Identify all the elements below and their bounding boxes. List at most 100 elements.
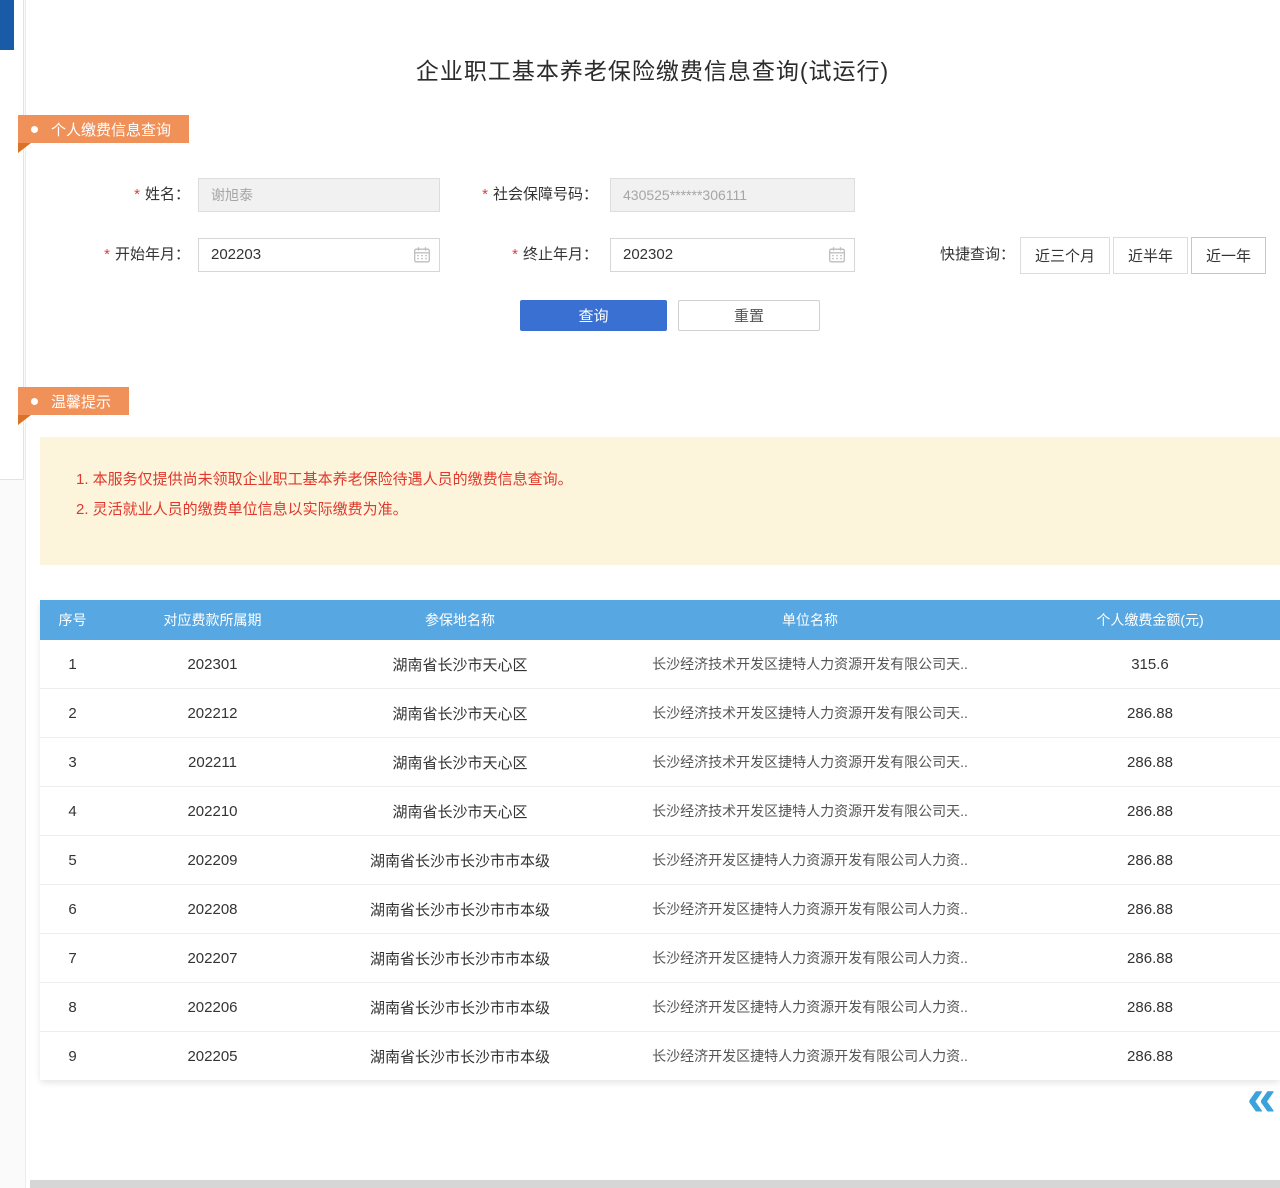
- page: 企业职工基本养老保险缴费信息查询(试运行) 个人缴费信息查询 *姓名： 谢旭泰 …: [0, 0, 1280, 1188]
- table-cell: 湖南省长沙市长沙市市本级: [320, 1046, 600, 1067]
- calendar-icon[interactable]: [413, 246, 431, 264]
- name-label-text: 姓名：: [145, 186, 190, 203]
- table-cell: 202206: [105, 999, 320, 1016]
- bullet-dot-icon: [31, 398, 38, 405]
- table-cell: 286.88: [1020, 901, 1280, 918]
- table-cell: 315.6: [1020, 656, 1280, 673]
- table-row: 5202209湖南省长沙市长沙市市本级长沙经济开发区捷特人力资源开发有限公司人力…: [40, 835, 1280, 884]
- section-query-badge: 个人缴费信息查询: [18, 115, 189, 143]
- results-table: 序号对应费款所属期参保地名称单位名称个人缴费金额(元) 1202301湖南省长沙…: [40, 600, 1280, 1080]
- table-cell: 6: [40, 901, 105, 918]
- reset-button[interactable]: 重置: [678, 300, 820, 331]
- page-title: 企业职工基本养老保险缴费信息查询(试运行): [25, 52, 1280, 86]
- table-cell: 湖南省长沙市天心区: [320, 801, 600, 822]
- table-cell: 湖南省长沙市长沙市市本级: [320, 850, 600, 871]
- end-month-label-text: 终止年月：: [523, 246, 598, 263]
- table-cell: 湖南省长沙市长沙市市本级: [320, 997, 600, 1018]
- section-query-badge-label: 个人缴费信息查询: [51, 119, 171, 140]
- end-month-label: * 终止年月：: [430, 238, 598, 272]
- table-header-cell: 个人缴费金额(元): [1020, 610, 1280, 630]
- table-cell: 长沙经济技术开发区捷特人力资源开发有限公司天..: [600, 752, 1020, 772]
- quick-range-1year-button[interactable]: 近一年: [1191, 237, 1266, 274]
- table-cell: 长沙经济技术开发区捷特人力资源开发有限公司天..: [600, 654, 1020, 674]
- table-cell: 5: [40, 852, 105, 869]
- badge-fold: [18, 143, 31, 153]
- table-cell: 1: [40, 656, 105, 673]
- required-mark: *: [134, 186, 140, 203]
- table-cell: 286.88: [1020, 999, 1280, 1016]
- table-cell: 湖南省长沙市天心区: [320, 703, 600, 724]
- notice-box: 1. 本服务仅提供尚未领取企业职工基本养老保险待遇人员的缴费信息查询。 2. 灵…: [40, 437, 1280, 565]
- start-month-label-text: 开始年月：: [115, 246, 190, 263]
- table-cell: 202211: [105, 754, 320, 771]
- table-cell: 湖南省长沙市长沙市市本级: [320, 899, 600, 920]
- table-row: 4202210湖南省长沙市天心区长沙经济技术开发区捷特人力资源开发有限公司天..…: [40, 786, 1280, 835]
- table-row: 9202205湖南省长沙市长沙市市本级长沙经济开发区捷特人力资源开发有限公司人力…: [40, 1031, 1280, 1080]
- table-cell: 3: [40, 754, 105, 771]
- table-cell: 286.88: [1020, 852, 1280, 869]
- start-month-label: * 开始年月：: [60, 238, 190, 272]
- collapse-chevron-icon[interactable]: «: [1247, 1072, 1276, 1124]
- notice-line: 1. 本服务仅提供尚未领取企业职工基本养老保险待遇人员的缴费信息查询。: [76, 467, 1260, 492]
- table-cell: 长沙经济开发区捷特人力资源开发有限公司人力资..: [600, 1046, 1020, 1066]
- table-cell: 286.88: [1020, 803, 1280, 820]
- table-cell: 286.88: [1020, 950, 1280, 967]
- start-month-value: 202203: [211, 246, 261, 263]
- table-cell: 湖南省长沙市天心区: [320, 752, 600, 773]
- table-row: 6202208湖南省长沙市长沙市市本级长沙经济开发区捷特人力资源开发有限公司人力…: [40, 884, 1280, 933]
- end-month-value: 202302: [623, 246, 673, 263]
- ssn-label-text: 社会保障号码：: [493, 186, 598, 203]
- table-cell: 2: [40, 705, 105, 722]
- end-month-input[interactable]: 202302: [610, 238, 855, 272]
- table-row: 2202212湖南省长沙市天心区长沙经济技术开发区捷特人力资源开发有限公司天..…: [40, 688, 1280, 737]
- table-cell: 202301: [105, 656, 320, 673]
- ssn-input[interactable]: 430525******306111: [610, 178, 855, 212]
- table-cell: 长沙经济技术开发区捷特人力资源开发有限公司天..: [600, 801, 1020, 821]
- quick-range-3months-button[interactable]: 近三个月: [1020, 237, 1110, 274]
- table-cell: 9: [40, 1048, 105, 1065]
- bottom-bar: [30, 1180, 1280, 1188]
- required-mark: *: [482, 186, 488, 203]
- table-cell: 8: [40, 999, 105, 1016]
- required-mark: *: [104, 246, 110, 263]
- table-cell: 7: [40, 950, 105, 967]
- table-cell: 长沙经济开发区捷特人力资源开发有限公司人力资..: [600, 997, 1020, 1017]
- table-cell: 286.88: [1020, 1048, 1280, 1065]
- quick-range-halfyear-button[interactable]: 近半年: [1113, 237, 1188, 274]
- name-value: 谢旭泰: [211, 187, 253, 203]
- notice-line: 2. 灵活就业人员的缴费单位信息以实际缴费为准。: [76, 497, 1260, 522]
- table-cell: 长沙经济开发区捷特人力资源开发有限公司人力资..: [600, 948, 1020, 968]
- table-cell: 4: [40, 803, 105, 820]
- left-sidebar: [0, 0, 26, 1188]
- quick-query-group: 近三个月 近半年 近一年: [1020, 237, 1266, 274]
- table-cell: 202212: [105, 705, 320, 722]
- table-cell: 286.88: [1020, 705, 1280, 722]
- query-button[interactable]: 查询: [520, 300, 667, 331]
- table-cell: 长沙经济开发区捷特人力资源开发有限公司人力资..: [600, 899, 1020, 919]
- table-cell: 202209: [105, 852, 320, 869]
- required-mark: *: [512, 246, 518, 263]
- start-month-input[interactable]: 202203: [198, 238, 440, 272]
- table-row: 8202206湖南省长沙市长沙市市本级长沙经济开发区捷特人力资源开发有限公司人力…: [40, 982, 1280, 1031]
- table-cell: 286.88: [1020, 754, 1280, 771]
- table-row: 1202301湖南省长沙市天心区长沙经济技术开发区捷特人力资源开发有限公司天..…: [40, 640, 1280, 688]
- name-input[interactable]: 谢旭泰: [198, 178, 440, 212]
- table-cell: 202205: [105, 1048, 320, 1065]
- sidebar-collapsed-tab[interactable]: [0, 0, 14, 50]
- table-header-cell: 参保地名称: [320, 610, 600, 630]
- table-cell: 202210: [105, 803, 320, 820]
- table-body: 1202301湖南省长沙市天心区长沙经济技术开发区捷特人力资源开发有限公司天..…: [40, 640, 1280, 1080]
- table-header-cell: 对应费款所属期: [105, 610, 320, 630]
- table-row: 3202211湖南省长沙市天心区长沙经济技术开发区捷特人力资源开发有限公司天..…: [40, 737, 1280, 786]
- badge-fold: [18, 415, 31, 425]
- ssn-label: * 社会保障号码：: [420, 178, 598, 212]
- table-cell: 长沙经济开发区捷特人力资源开发有限公司人力资..: [600, 850, 1020, 870]
- table-row: 7202207湖南省长沙市长沙市市本级长沙经济开发区捷特人力资源开发有限公司人力…: [40, 933, 1280, 982]
- ssn-value: 430525******306111: [623, 187, 747, 203]
- name-label: * 姓名：: [60, 178, 190, 212]
- table-header-cell: 序号: [40, 610, 105, 630]
- section-tips-badge: 温馨提示: [18, 387, 129, 415]
- calendar-icon[interactable]: [828, 246, 846, 264]
- quick-query-label: 快捷查询：: [915, 238, 1015, 272]
- table-cell: 湖南省长沙市天心区: [320, 654, 600, 675]
